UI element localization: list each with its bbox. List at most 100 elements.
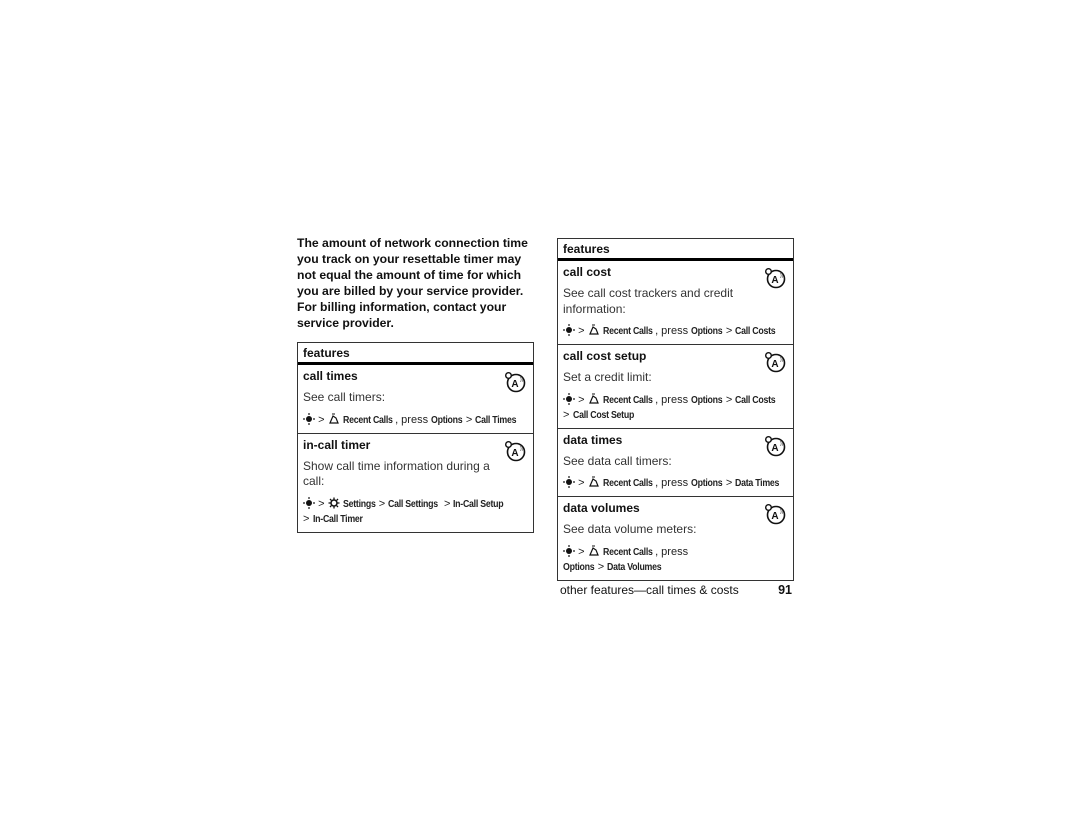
nav-key-icon xyxy=(303,412,315,425)
feature-description: See data volume meters: xyxy=(563,522,697,536)
svg-text:)): )) xyxy=(780,273,784,279)
page-number: 91 xyxy=(778,583,792,597)
menu-call-times[interactable]: Call Times xyxy=(475,413,516,428)
menu-path: > Recent Calls, press Options > Call Tim… xyxy=(303,412,528,428)
feature-description: Show call time information during a call… xyxy=(303,458,490,489)
path-separator: > xyxy=(725,393,733,406)
path-separator: > xyxy=(443,497,451,510)
path-separator: > xyxy=(378,497,386,510)
nav-key-icon xyxy=(563,544,575,557)
menu-call-costs[interactable]: Call Costs xyxy=(735,393,776,408)
recent-calls-icon xyxy=(588,393,599,404)
feature-title: in-call timer xyxy=(303,437,371,452)
network-dependent-feature-icon: A )) xyxy=(765,268,786,289)
svg-text:A: A xyxy=(771,511,778,522)
recent-calls-icon xyxy=(588,545,599,556)
svg-text:A: A xyxy=(511,379,518,390)
menu-call-costs[interactable]: Call Costs xyxy=(735,324,776,339)
svg-text:A: A xyxy=(771,443,778,454)
path-press-text: , press xyxy=(655,325,689,337)
svg-text:)): )) xyxy=(780,509,784,515)
menu-path: > Recent Calls, press Options > Data Vol… xyxy=(563,544,788,575)
path-separator: > xyxy=(578,545,585,558)
svg-text:A: A xyxy=(771,359,778,370)
menu-recent-calls[interactable]: Recent Calls xyxy=(603,476,653,491)
recent-calls-icon xyxy=(588,476,599,487)
menu-options[interactable]: Options xyxy=(691,476,723,491)
feature-row-data-volumes: data volumes A )) See data volume meters… xyxy=(558,496,793,580)
network-dependent-feature-icon: A )) xyxy=(505,440,526,461)
menu-path: > Recent Calls, press Options > Data Tim… xyxy=(563,476,788,491)
feature-row-call-times: call times A )) See call timers: > Recen… xyxy=(298,365,533,433)
feature-title: call cost xyxy=(563,265,612,279)
menu-call-cost-setup[interactable]: Call Cost Setup xyxy=(573,408,634,423)
network-dependent-feature-icon: A )) xyxy=(765,504,786,525)
feature-description: See call timers: xyxy=(303,390,386,404)
feature-title: data volumes xyxy=(563,501,640,515)
menu-settings[interactable]: Settings xyxy=(343,497,376,512)
path-press-text: , press xyxy=(395,413,429,426)
menu-recent-calls[interactable]: Recent Calls xyxy=(603,324,653,339)
network-dependent-feature-icon: A )) xyxy=(765,352,786,373)
menu-recent-calls[interactable]: Recent Calls xyxy=(603,393,653,408)
features-table-left: features call times A )) See call timers… xyxy=(297,342,534,533)
path-separator: > xyxy=(578,325,585,337)
features-table-right: features call cost A )) See call cost tr… xyxy=(557,238,794,581)
path-press-text: , press xyxy=(655,393,689,406)
nav-key-icon xyxy=(563,476,575,488)
path-separator: > xyxy=(563,408,570,421)
svg-text:)): )) xyxy=(780,441,784,447)
menu-options[interactable]: Options xyxy=(563,560,595,575)
feature-description: See data call timers: xyxy=(563,453,672,468)
svg-text:)): )) xyxy=(780,357,784,363)
recent-calls-icon xyxy=(328,413,339,424)
menu-in-call-setup[interactable]: In-Call Setup xyxy=(453,497,504,512)
path-press-text: , press xyxy=(655,477,689,489)
feature-description: Set a credit limit: xyxy=(563,370,652,384)
feature-title: data times xyxy=(563,432,623,447)
menu-options[interactable]: Options xyxy=(691,393,723,408)
menu-options[interactable]: Options xyxy=(431,413,463,428)
path-separator: > xyxy=(725,325,733,337)
menu-options[interactable]: Options xyxy=(691,324,723,339)
network-dependent-feature-icon: A )) xyxy=(765,435,786,456)
path-separator: > xyxy=(318,413,325,426)
svg-text:A: A xyxy=(511,448,518,459)
feature-title: call times xyxy=(303,369,358,383)
nav-key-icon xyxy=(303,496,315,509)
recent-calls-icon xyxy=(588,324,599,335)
feature-row-data-times: data times A )) See data call timers: > … xyxy=(558,427,793,497)
network-dependent-feature-icon: A )) xyxy=(505,372,526,393)
path-separator: > xyxy=(318,497,325,510)
nav-key-icon xyxy=(563,324,575,336)
svg-text:)): )) xyxy=(520,377,524,383)
menu-in-call-timer[interactable]: In-Call Timer xyxy=(313,512,363,527)
path-press-text: , press xyxy=(655,545,689,558)
menu-call-settings[interactable]: Call Settings xyxy=(388,497,438,512)
menu-data-times[interactable]: Data Times xyxy=(735,476,779,491)
feature-row-in-call-timer: in-call timer A )) Show call time inform… xyxy=(298,432,533,532)
path-separator: > xyxy=(303,512,310,525)
section-title: other features—call times & costs xyxy=(560,583,739,597)
menu-path: > Recent Calls, press Options > Call Cos… xyxy=(563,324,788,339)
svg-text:)): )) xyxy=(520,446,524,452)
settings-icon xyxy=(328,497,340,508)
menu-recent-calls[interactable]: Recent Calls xyxy=(343,413,393,428)
menu-path: > Settings > Call Settings > In-Call Set… xyxy=(303,496,528,527)
nav-key-icon xyxy=(563,392,575,405)
menu-data-volumes[interactable]: Data Volumes xyxy=(607,560,662,575)
table-header: features xyxy=(298,343,533,365)
path-separator: > xyxy=(465,413,473,426)
menu-path: > Recent Calls, press Options > Call Cos… xyxy=(563,392,788,423)
table-header: features xyxy=(558,239,793,261)
feature-description: See call cost trackers and credit inform… xyxy=(563,286,734,316)
feature-row-call-cost: call cost A )) See call cost trackers an… xyxy=(558,261,793,344)
feature-row-call-cost-setup: call cost setup A )) Set a credit limit:… xyxy=(558,344,793,428)
feature-title: call cost setup xyxy=(563,349,647,363)
path-separator: > xyxy=(597,560,605,573)
intro-paragraph: The amount of network connection time yo… xyxy=(297,236,528,330)
path-separator: > xyxy=(578,393,585,406)
path-separator: > xyxy=(578,477,585,489)
menu-recent-calls[interactable]: Recent Calls xyxy=(603,545,653,560)
svg-text:A: A xyxy=(771,275,778,286)
